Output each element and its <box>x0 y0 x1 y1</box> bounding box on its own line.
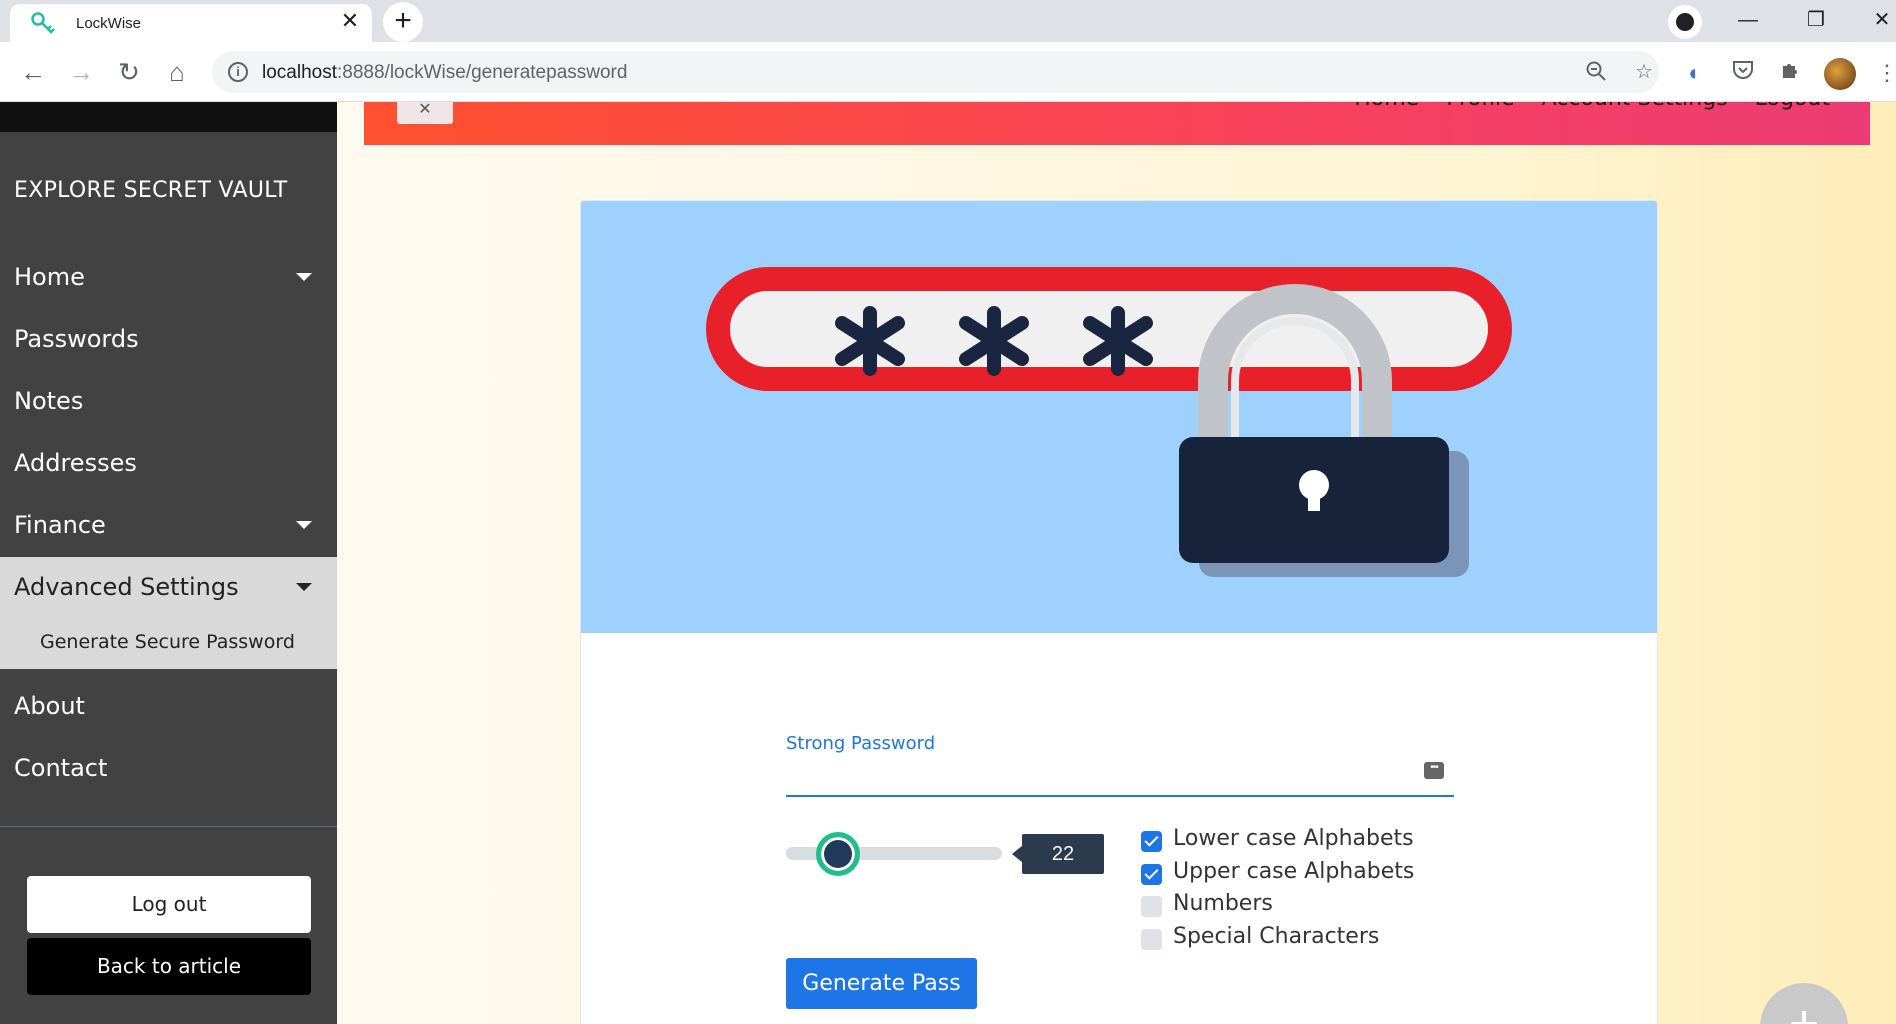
sidebar-item-home[interactable]: Home <box>0 247 337 309</box>
browser-tab-bar: LockWise ✕ + — ❐ ✕ <box>0 0 1896 42</box>
reload-icon[interactable]: ↻ <box>113 57 145 89</box>
window-close-button[interactable]: ✕ <box>1862 4 1896 36</box>
back-arrow-icon[interactable]: ← <box>17 57 49 89</box>
nav-link-account-settings[interactable]: Account Settings <box>1542 102 1728 111</box>
option-label: Upper case Alphabets <box>1173 859 1415 884</box>
password-lock-illustration <box>581 201 1657 633</box>
sidebar-item-advanced-settings[interactable]: Advanced Settings <box>0 557 337 619</box>
password-field-label: Strong Password <box>786 733 936 754</box>
new-tab-button[interactable]: + <box>383 2 423 42</box>
puzzle-icon[interactable] <box>1776 58 1806 88</box>
logout-button[interactable]: Log out <box>27 876 311 933</box>
generate-pass-button[interactable]: Generate Pass <box>786 958 977 1009</box>
forward-arrow-icon[interactable]: → <box>65 57 97 89</box>
tab-title: LockWise <box>76 15 142 32</box>
restore-button[interactable]: ❐ <box>1796 4 1836 36</box>
top-navbar: ✕ Home Profile Account Settings Logout <box>364 102 1870 145</box>
sidebar-brand: EXPLORE SECRET VAULT <box>14 178 288 203</box>
sidebar-item-label: Home <box>14 263 85 291</box>
menu-toggle-button[interactable]: ✕ <box>397 102 453 124</box>
caret-down-icon <box>296 521 312 529</box>
sidebar-item-label: Notes <box>14 387 84 415</box>
checkbox-lowercase[interactable] <box>1141 831 1162 852</box>
sidebar-item-passwords[interactable]: Passwords <box>0 309 337 371</box>
caret-down-icon <box>296 583 312 591</box>
sidebar-item-label: Contact <box>14 754 108 782</box>
more-menu-icon[interactable]: ⋮ <box>1872 58 1896 88</box>
sidebar-item-label: Addresses <box>14 449 137 477</box>
sidebar-divider <box>0 826 337 827</box>
browser-toolbar: ← → ↻ ⌂ i localhost:8888/lockWise/genera… <box>0 42 1896 102</box>
checkbox-numbers[interactable] <box>1141 896 1162 917</box>
sidebar-header-strip <box>0 102 337 132</box>
nav-link-logout[interactable]: Logout <box>1755 102 1830 111</box>
zoom-icon[interactable] <box>1584 60 1608 84</box>
sidebar-item-addresses[interactable]: Addresses <box>0 433 337 495</box>
browser-tab[interactable]: LockWise ✕ <box>10 4 372 42</box>
password-output-field[interactable] <box>786 757 1454 797</box>
bookmark-star-icon[interactable]: ☆ <box>1632 60 1656 84</box>
password-generator-card: Strong Password ••• 22 Lower case Alphab… <box>580 200 1658 1024</box>
caret-down-icon <box>296 273 312 281</box>
sidebar-item-label: Advanced Settings <box>14 573 239 601</box>
submenu-item-label: Generate Secure Password <box>40 631 295 653</box>
sidebar-item-notes[interactable]: Notes <box>0 371 337 433</box>
back-to-article-button[interactable]: Back to article <box>27 938 311 995</box>
minimize-button[interactable]: — <box>1728 4 1768 36</box>
length-slider-thumb[interactable] <box>816 832 860 876</box>
key-icon <box>30 11 56 37</box>
tab-close-icon[interactable]: ✕ <box>338 9 362 33</box>
tab-search-icon[interactable] <box>1668 5 1702 39</box>
sidebar-item-label: Passwords <box>14 325 139 353</box>
sidebar-item-finance[interactable]: Finance <box>0 495 337 557</box>
profile-avatar[interactable] <box>1824 58 1856 90</box>
page-viewport: EXPLORE SECRET VAULT Home Passwords Note… <box>0 102 1896 1024</box>
length-value-badge: 22 <box>1012 834 1104 874</box>
home-icon[interactable]: ⌂ <box>161 57 193 89</box>
nav-link-home[interactable]: Home <box>1354 102 1419 111</box>
sidebar-item-contact[interactable]: Contact <box>0 738 337 800</box>
top-nav-links: Home Profile Account Settings Logout <box>1334 102 1830 111</box>
sidebar: EXPLORE SECRET VAULT Home Passwords Note… <box>0 102 337 1024</box>
option-label: Numbers <box>1173 891 1273 916</box>
floating-add-button[interactable]: + <box>1760 983 1848 1024</box>
site-info-icon[interactable]: i <box>228 62 248 82</box>
nav-link-profile[interactable]: Profile <box>1446 102 1514 111</box>
extension-icon[interactable]: ◐ <box>1680 58 1710 88</box>
sidebar-item-label: Finance <box>14 511 106 539</box>
option-label: Special Characters <box>1173 924 1380 949</box>
checkbox-special-characters[interactable] <box>1141 929 1162 950</box>
password-manager-icon[interactable]: ••• <box>1424 762 1444 779</box>
address-bar[interactable]: i localhost:8888/lockWise/generatepasswo… <box>212 51 1659 93</box>
url-text[interactable]: localhost:8888/lockWise/generatepassword <box>262 62 627 84</box>
submenu-item-generate-password[interactable]: Generate Secure Password <box>0 619 337 669</box>
checkbox-uppercase[interactable] <box>1141 864 1162 885</box>
sidebar-item-about[interactable]: About <box>0 676 337 738</box>
option-label: Lower case Alphabets <box>1173 826 1414 851</box>
pocket-icon[interactable] <box>1728 58 1758 88</box>
sidebar-item-label: About <box>14 692 85 720</box>
main-content: ✕ Home Profile Account Settings Logout <box>337 102 1896 1024</box>
